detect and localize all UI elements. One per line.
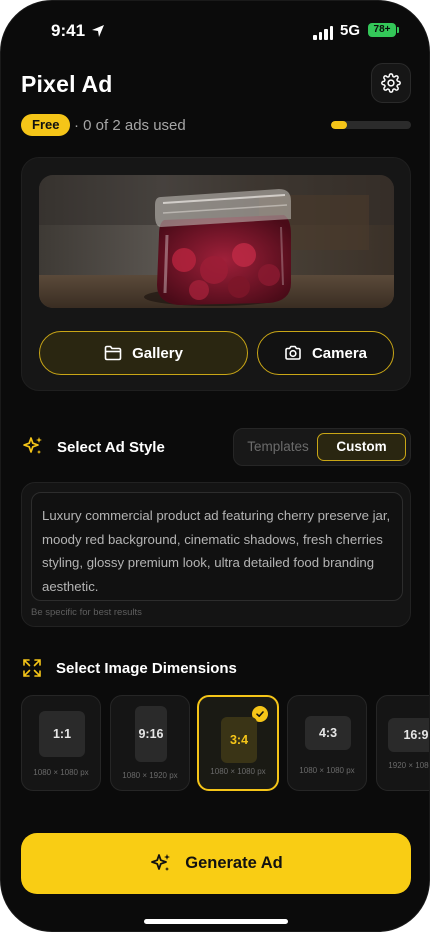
ad-style-heading: Select Ad Style <box>57 438 165 456</box>
gallery-button-label: Gallery <box>132 344 183 362</box>
dimension-16-9[interactable]: 16:9 1920 × 1080 px <box>376 695 429 791</box>
tab-templates[interactable]: Templates <box>238 433 318 461</box>
camera-button-label: Camera <box>311 344 368 362</box>
plan-badge: Free <box>21 114 71 136</box>
generate-ad-button[interactable]: Generate Ad <box>21 833 411 894</box>
location-arrow-icon <box>92 25 104 37</box>
tab-custom[interactable]: Custom <box>317 433 406 461</box>
ratio-label: 1:1 <box>39 711 85 757</box>
ratio-label: 4:3 <box>305 716 351 750</box>
usage-progress-bar <box>331 121 411 129</box>
dimension-1-1[interactable]: 1:1 1080 × 1080 px <box>21 695 101 791</box>
gallery-button[interactable]: Gallery <box>39 331 248 375</box>
prompt-hint: Be specific for best results <box>31 607 142 618</box>
sparkles-icon <box>23 437 42 454</box>
size-label: 1920 × 1080 px <box>388 761 429 770</box>
home-indicator <box>144 919 288 924</box>
ad-style-header: Select Ad Style <box>21 435 165 459</box>
size-label: 1080 × 1080 px <box>299 766 355 775</box>
network-type: 5G <box>340 22 361 39</box>
usage-text: · 0 of 2 ads used <box>74 117 186 134</box>
prompt-textarea[interactable]: Luxury commercial product ad featuring c… <box>31 492 403 601</box>
style-mode-toggle: Templates Custom <box>233 428 411 466</box>
ratio-label: 3:4 <box>221 717 257 763</box>
size-label: 1080 × 1080 px <box>210 767 266 776</box>
status-time: 9:41 <box>51 21 86 40</box>
camera-button[interactable]: Camera <box>257 331 394 375</box>
expand-icon <box>23 659 41 677</box>
sparkles-icon <box>151 853 171 871</box>
page-title: Pixel Ad <box>21 71 113 97</box>
prompt-card: Luxury commercial product ad featuring c… <box>21 482 411 627</box>
camera-icon <box>285 345 301 360</box>
dimension-4-3[interactable]: 4:3 1080 × 1080 px <box>287 695 367 791</box>
image-upload-card: Gallery Camera <box>21 157 411 391</box>
cellular-signal-icon <box>313 26 333 40</box>
size-label: 1080 × 1080 px <box>33 768 89 777</box>
ratio-label: 9:16 <box>135 706 167 762</box>
battery-level: 78+ <box>373 24 391 35</box>
folder-icon <box>104 345 122 361</box>
gear-icon <box>381 73 401 93</box>
dimension-3-4[interactable]: 3:4 1080 × 1080 px <box>197 695 279 791</box>
battery-icon: 78+ <box>368 23 399 37</box>
cherry-jar-image <box>39 175 394 308</box>
dimension-9-16[interactable]: 9:16 1080 × 1920 px <box>110 695 190 791</box>
product-photo[interactable] <box>39 175 394 308</box>
settings-button[interactable] <box>371 63 411 103</box>
phone-screen: 9:41 5G 78+ Pixel Ad Free · 0 of 2 ads u… <box>0 0 430 932</box>
generate-ad-label: Generate Ad <box>185 854 283 872</box>
status-bar: 9:41 5G 78+ <box>1 19 429 45</box>
usage-progress-fill <box>331 121 347 129</box>
ratio-label: 16:9 <box>388 718 429 752</box>
size-label: 1080 × 1920 px <box>122 771 178 780</box>
dimension-options: 1:1 1080 × 1080 px 9:16 1080 × 1920 px 3… <box>21 695 429 793</box>
dimensions-header: Select Image Dimensions <box>22 658 237 678</box>
dimensions-heading: Select Image Dimensions <box>56 659 237 677</box>
